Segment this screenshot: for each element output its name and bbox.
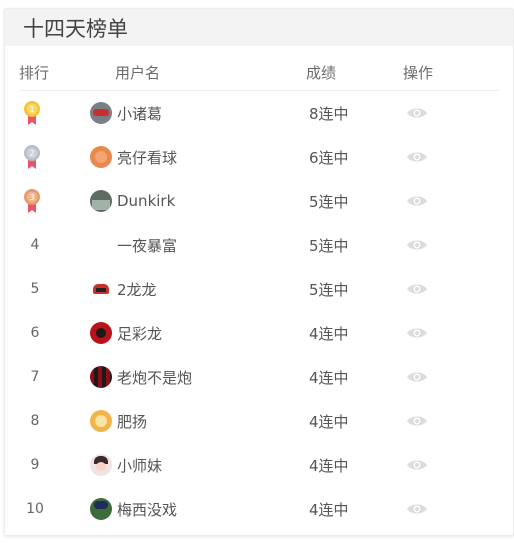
table-row: 7 老炮不是炮 4连中 <box>5 355 513 399</box>
username[interactable]: 老炮不是炮 <box>117 367 192 388</box>
table-row: 5 2龙龙 5连中 <box>5 267 513 311</box>
score-column-header: 成绩 <box>306 64 337 82</box>
rank-column-header: 排行 <box>19 64 50 82</box>
score: 4连中 <box>309 368 349 387</box>
leaderboard-rows: 1 小诸葛 8连中 2 亮仔看球 6连中 3 Dunkirk 5连中 4 一夜暴… <box>5 91 513 531</box>
user-cell: 老炮不是炮 <box>90 355 192 399</box>
table-row: 4 一夜暴富 5连中 <box>5 223 513 267</box>
table-row: 10 梅西没戏 4连中 <box>5 487 513 531</box>
svg-text:2: 2 <box>29 149 34 158</box>
eye-icon[interactable] <box>406 192 428 210</box>
rank-number: 5 <box>30 281 40 297</box>
table-header: 排行 用户名 成绩 操作 <box>5 54 513 90</box>
username[interactable]: 小师妹 <box>117 455 162 476</box>
avatar[interactable] <box>90 190 112 212</box>
action-column-header: 操作 <box>403 64 434 82</box>
avatar[interactable] <box>90 278 112 300</box>
eye-icon[interactable] <box>406 148 428 166</box>
rank-number: 10 <box>26 501 44 517</box>
avatar[interactable] <box>90 322 112 344</box>
username[interactable]: 肥扬 <box>117 411 147 432</box>
score: 5连中 <box>309 236 349 255</box>
user-cell: 肥扬 <box>90 399 147 443</box>
username[interactable]: Dunkirk <box>117 192 175 210</box>
svg-text:3: 3 <box>29 193 34 202</box>
user-cell: 一夜暴富 <box>90 223 177 267</box>
eye-icon[interactable] <box>406 280 428 298</box>
card-title: 十四天榜单 <box>5 9 513 46</box>
user-cell: 小师妹 <box>90 443 162 487</box>
avatar[interactable] <box>90 234 112 256</box>
score: 4连中 <box>309 324 349 343</box>
avatar[interactable] <box>90 454 112 476</box>
rank-number: 7 <box>30 369 40 385</box>
score: 4连中 <box>309 500 349 519</box>
score: 8连中 <box>309 104 349 123</box>
eye-icon[interactable] <box>406 104 428 122</box>
eye-icon[interactable] <box>406 324 428 342</box>
username[interactable]: 2龙龙 <box>117 279 157 300</box>
rank-number: 9 <box>30 457 40 473</box>
bronze-medal-icon: 3 <box>24 189 40 213</box>
score: 5连中 <box>309 192 349 211</box>
svg-text:1: 1 <box>29 105 34 114</box>
user-cell: Dunkirk <box>90 179 175 223</box>
score: 4连中 <box>309 412 349 431</box>
avatar[interactable] <box>90 410 112 432</box>
username[interactable]: 一夜暴富 <box>117 235 177 256</box>
user-cell: 梅西没戏 <box>90 487 177 531</box>
score: 5连中 <box>309 280 349 299</box>
avatar[interactable] <box>90 102 112 124</box>
avatar[interactable] <box>90 366 112 388</box>
rank-number: 6 <box>30 325 40 341</box>
score: 6连中 <box>309 148 349 167</box>
user-cell: 足彩龙 <box>90 311 162 355</box>
rank-number: 8 <box>30 413 40 429</box>
username[interactable]: 小诸葛 <box>117 103 162 124</box>
username[interactable]: 亮仔看球 <box>117 147 177 168</box>
table-row: 8 肥扬 4连中 <box>5 399 513 443</box>
user-cell: 2龙龙 <box>90 267 157 311</box>
user-cell: 小诸葛 <box>90 91 162 135</box>
rank-number: 4 <box>30 237 40 253</box>
username[interactable]: 足彩龙 <box>117 323 162 344</box>
table-row: 6 足彩龙 4连中 <box>5 311 513 355</box>
username[interactable]: 梅西没戏 <box>117 499 177 520</box>
eye-icon[interactable] <box>406 500 428 518</box>
table-row: 9 小师妹 4连中 <box>5 443 513 487</box>
eye-icon[interactable] <box>406 456 428 474</box>
table-row: 2 亮仔看球 6连中 <box>5 135 513 179</box>
avatar[interactable] <box>90 146 112 168</box>
gold-medal-icon: 1 <box>24 101 40 125</box>
eye-icon[interactable] <box>406 412 428 430</box>
score: 4连中 <box>309 456 349 475</box>
table-row: 3 Dunkirk 5连中 <box>5 179 513 223</box>
leaderboard-card: 十四天榜单 排行 用户名 成绩 操作 1 小诸葛 8连中 2 亮仔看球 6连中 … <box>4 8 514 536</box>
silver-medal-icon: 2 <box>24 145 40 169</box>
eye-icon[interactable] <box>406 368 428 386</box>
avatar[interactable] <box>90 498 112 520</box>
eye-icon[interactable] <box>406 236 428 254</box>
user-column-header: 用户名 <box>115 64 161 82</box>
table-row: 1 小诸葛 8连中 <box>5 91 513 135</box>
user-cell: 亮仔看球 <box>90 135 177 179</box>
